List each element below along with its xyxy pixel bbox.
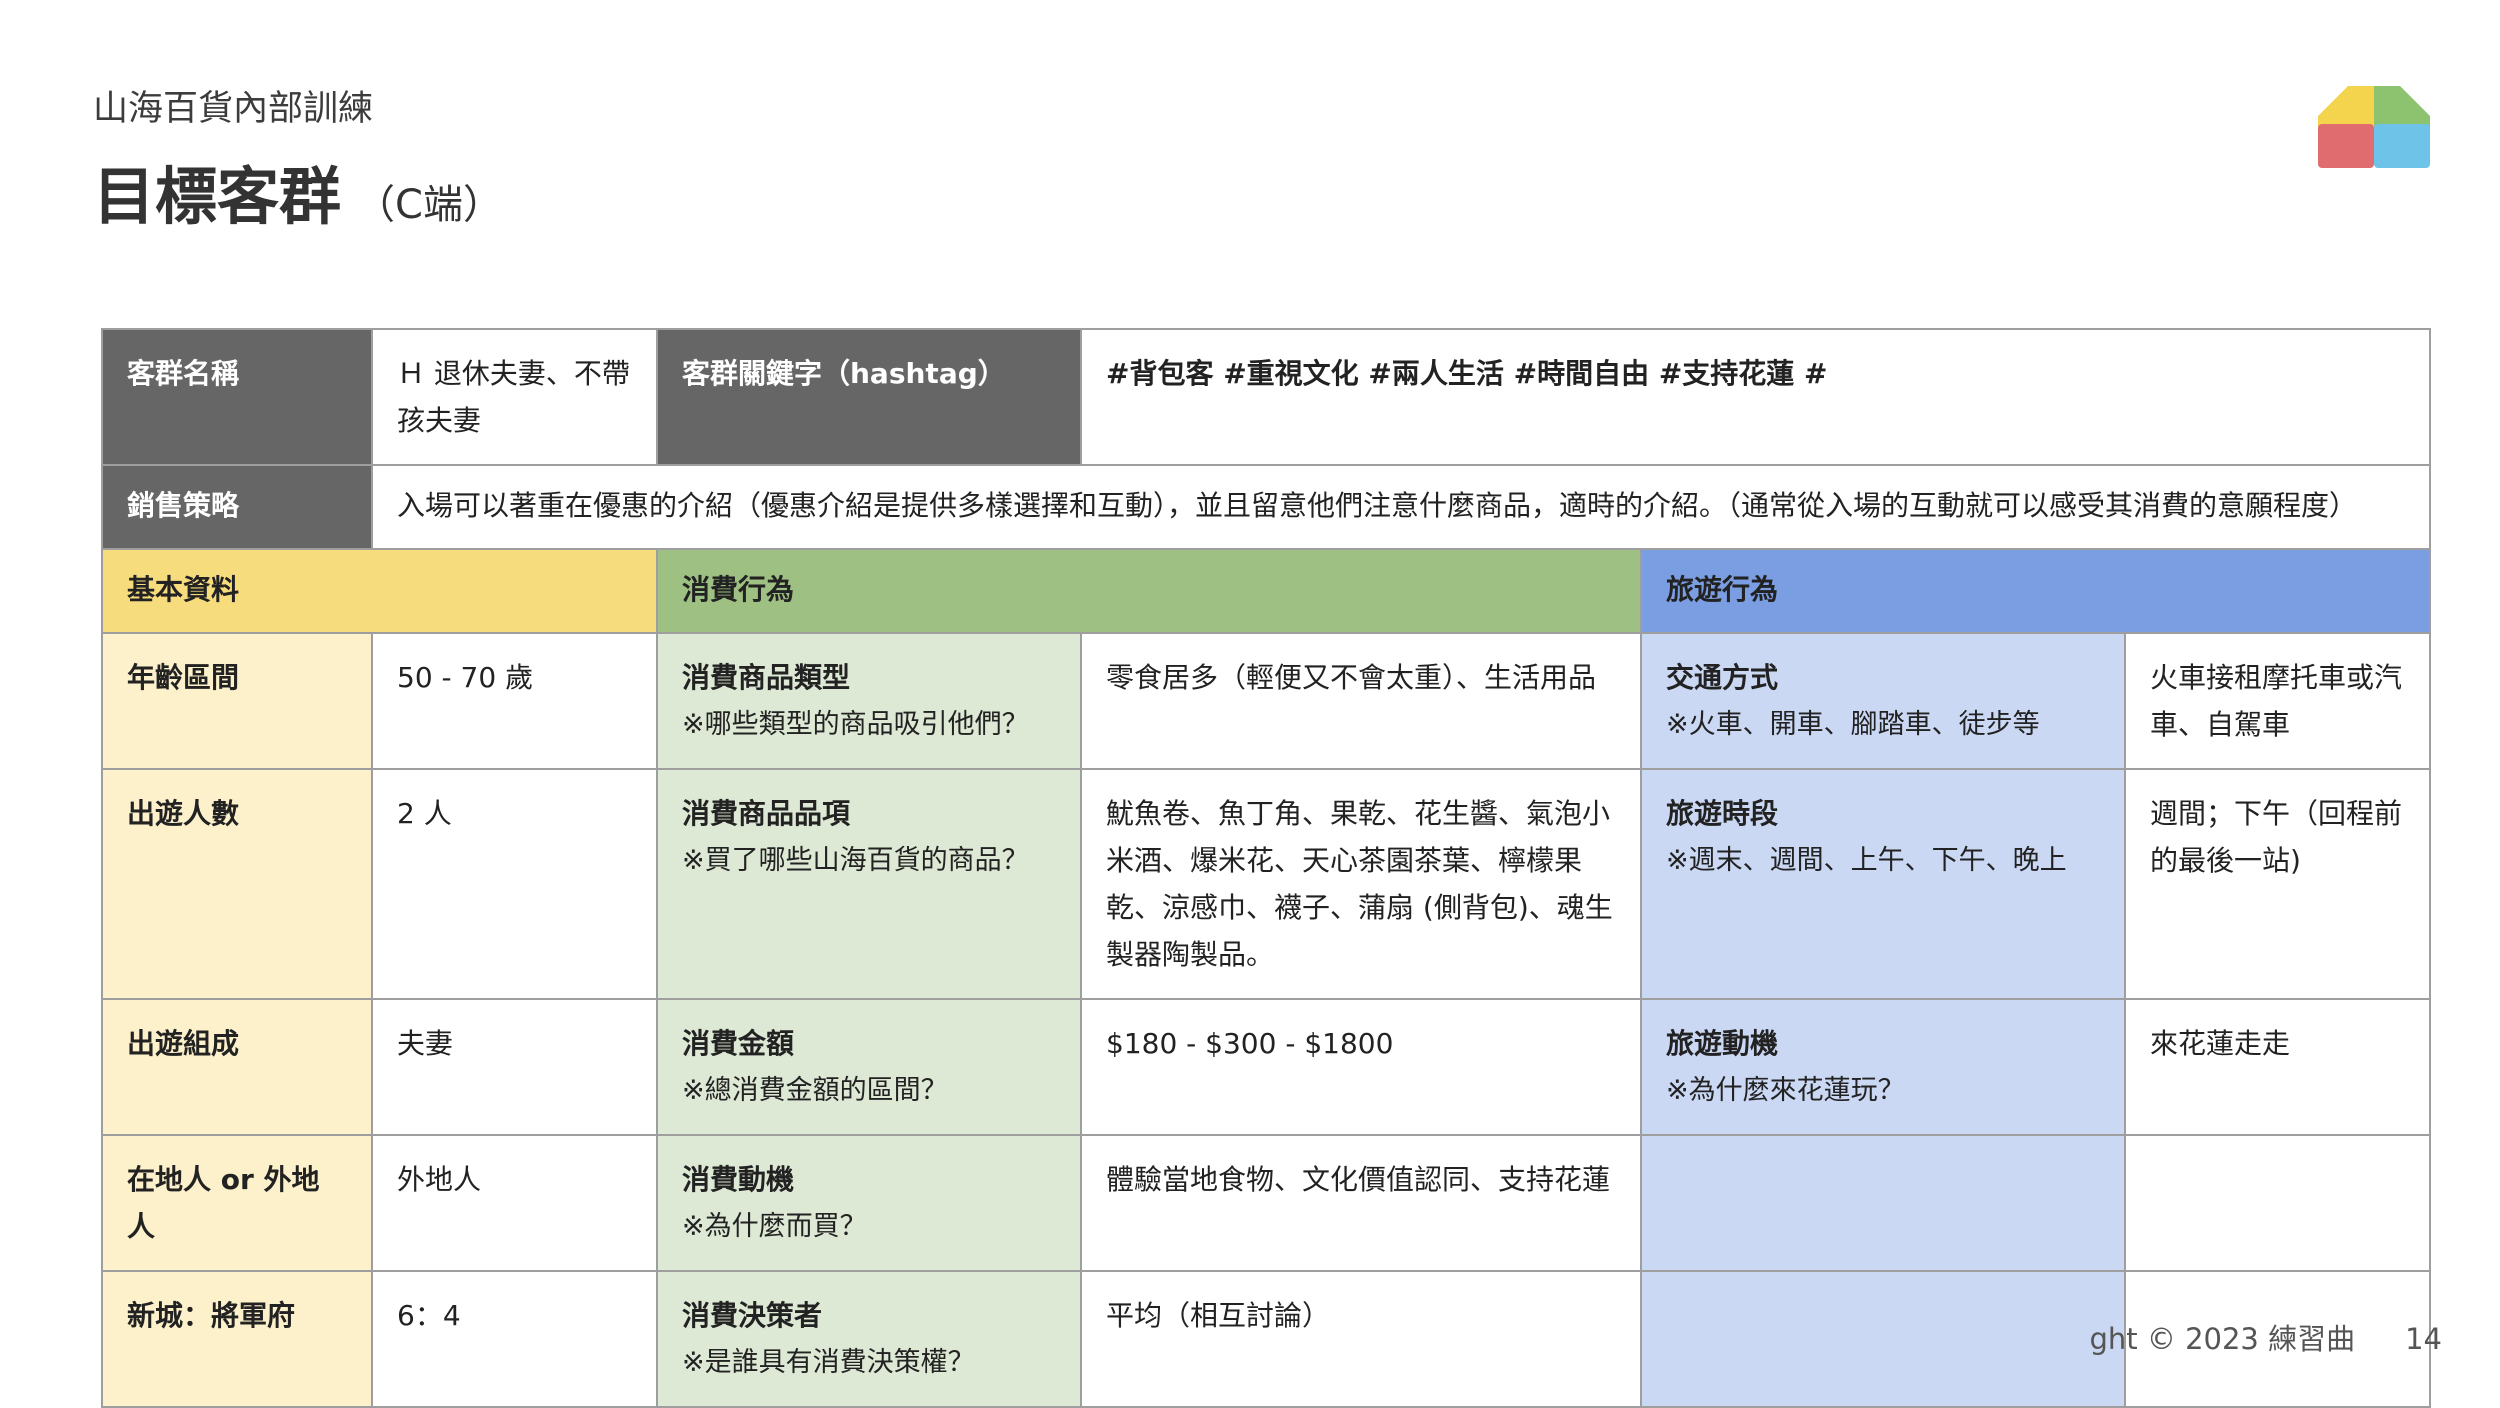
section-consumer-header: 消費行為 bbox=[656, 548, 1642, 634]
table-row-strategy: 銷售策略 入場可以著重在優惠的介紹（優惠介紹是提供多樣選擇和互動），並且留意他們… bbox=[101, 464, 2431, 550]
table-row-sections: 基本資料 消費行為 旅遊行為 bbox=[101, 548, 2431, 634]
hashtag-label: 客群關鍵字（hashtag） bbox=[656, 328, 1082, 466]
travel-hint-motivation: ※為什麼來花蓮玩？ bbox=[1666, 1075, 1905, 1106]
page-subtitle: 山海百貨內部訓練 bbox=[93, 89, 374, 129]
consumer-hint-items: ※買了哪些山海百貨的商品？ bbox=[682, 845, 1029, 876]
page-title: 目標客群 （C端） bbox=[93, 160, 503, 234]
travel-value-transport: 火車接租摩托車或汽車、自駕車 bbox=[2124, 632, 2431, 770]
strategy-value: 入場可以著重在優惠的介紹（優惠介紹是提供多樣選擇和互動），並且留意他們注意什麼商… bbox=[371, 464, 2431, 550]
page-title-suffix: （C端） bbox=[355, 182, 503, 228]
group-name-label: 客群名稱 bbox=[101, 328, 373, 466]
table-row: 年齡區間 50 - 70 歲 消費商品類型 ※哪些類型的商品吸引他們？ 零食居多（… bbox=[101, 632, 2431, 770]
travel-empty-cell bbox=[1640, 1134, 2126, 1272]
consumer-label-items: 消費商品品項 bbox=[682, 797, 851, 830]
table-row: 出遊組成 夫妻 消費金額 ※總消費金額的區間？ $180 - $300 - $18… bbox=[101, 998, 2431, 1136]
travel-label-motivation: 旅遊動機 bbox=[1666, 1027, 1779, 1060]
basic-label-ratio: 新城：將軍府 bbox=[101, 1270, 373, 1408]
section-basic-header: 基本資料 bbox=[101, 548, 658, 634]
basic-value-ratio: 6：4 bbox=[371, 1270, 658, 1408]
footer-copyright: ght © 2023 練習曲 bbox=[2089, 1322, 2356, 1356]
travel-value-motivation: 來花蓮走走 bbox=[2124, 998, 2431, 1136]
consumer-value-amount: $180 - $300 - $1800 bbox=[1080, 998, 1642, 1136]
consumer-hint-decision: ※是誰具有消費決策權？ bbox=[682, 1347, 975, 1378]
consumer-value-motivation: 體驗當地食物、文化價值認同、支持花蓮 bbox=[1080, 1134, 1642, 1272]
page-title-text: 目標客群 bbox=[93, 160, 342, 233]
travel-label-transport: 交通方式 bbox=[1666, 661, 1779, 694]
consumer-value-items: 魷魚卷、魚丁角、果乾、花生醬、氣泡小米酒、爆米花、天心茶園茶葉、檸檬果乾、涼感巾… bbox=[1080, 768, 1642, 1000]
footer: ght © 2023 練習曲 14 bbox=[2089, 1316, 2442, 1358]
house-logo-icon bbox=[2318, 86, 2430, 168]
consumer-label-category: 消費商品類型 bbox=[682, 661, 851, 694]
travel-hint-timeslot: ※週末、週間、上午、下午、晚上 bbox=[1666, 845, 2067, 876]
consumer-hint-category: ※哪些類型的商品吸引他們？ bbox=[682, 709, 1029, 740]
consumer-value-category: 零食居多（輕便又不會太重）、生活用品 bbox=[1080, 632, 1642, 770]
basic-label-age: 年齡區間 bbox=[101, 632, 373, 770]
section-travel-header: 旅遊行為 bbox=[1640, 548, 2431, 634]
consumer-hint-amount: ※總消費金額的區間？ bbox=[682, 1075, 948, 1106]
table-row: 新城：將軍府 6：4 消費決策者 ※是誰具有消費決策權？ 平均（相互討論） bbox=[101, 1270, 2431, 1408]
basic-value-party-size: 2 人 bbox=[371, 768, 658, 1000]
basic-label-origin: 在地人 or 外地人 bbox=[101, 1134, 373, 1272]
table-row: 出遊人數 2 人 消費商品品項 ※買了哪些山海百貨的商品？ 魷魚卷、魚丁角、果乾、… bbox=[101, 768, 2431, 1000]
consumer-hint-motivation: ※為什麼而買？ bbox=[682, 1211, 867, 1242]
persona-table: 客群名稱 Ｈ 退休夫妻、不帶孩夫妻 客群關鍵字（hashtag） #背包客 #重… bbox=[101, 328, 2431, 1408]
travel-empty-cell bbox=[1640, 1270, 2126, 1408]
hashtag-value: #背包客 #重視文化 #兩人生活 #時間自由 #支持花蓮 # bbox=[1080, 328, 2431, 466]
page-number: 14 bbox=[2405, 1322, 2442, 1356]
basic-label-party-size: 出遊人數 bbox=[101, 768, 373, 1000]
basic-value-composition: 夫妻 bbox=[371, 998, 658, 1136]
table-row-group-name: 客群名稱 Ｈ 退休夫妻、不帶孩夫妻 客群關鍵字（hashtag） #背包客 #重… bbox=[101, 328, 2431, 466]
basic-value-origin: 外地人 bbox=[371, 1134, 658, 1272]
travel-label-timeslot: 旅遊時段 bbox=[1666, 797, 1779, 830]
travel-hint-transport: ※火車、開車、腳踏車、徒步等 bbox=[1666, 709, 2040, 740]
strategy-label: 銷售策略 bbox=[101, 464, 373, 550]
consumer-label-motivation: 消費動機 bbox=[682, 1163, 795, 1196]
table-row: 在地人 or 外地人 外地人 消費動機 ※為什麼而買？ 體驗當地食物、文化價值認同… bbox=[101, 1134, 2431, 1272]
basic-label-composition: 出遊組成 bbox=[101, 998, 373, 1136]
group-name-value: Ｈ 退休夫妻、不帶孩夫妻 bbox=[371, 328, 658, 466]
basic-value-age: 50 - 70 歲 bbox=[371, 632, 658, 770]
travel-empty-value bbox=[2124, 1134, 2431, 1272]
consumer-label-amount: 消費金額 bbox=[682, 1027, 795, 1060]
travel-value-timeslot: 週間；下午（回程前的最後一站) bbox=[2124, 768, 2431, 1000]
consumer-label-decision: 消費決策者 bbox=[682, 1299, 823, 1332]
consumer-value-decision: 平均（相互討論） bbox=[1080, 1270, 1642, 1408]
